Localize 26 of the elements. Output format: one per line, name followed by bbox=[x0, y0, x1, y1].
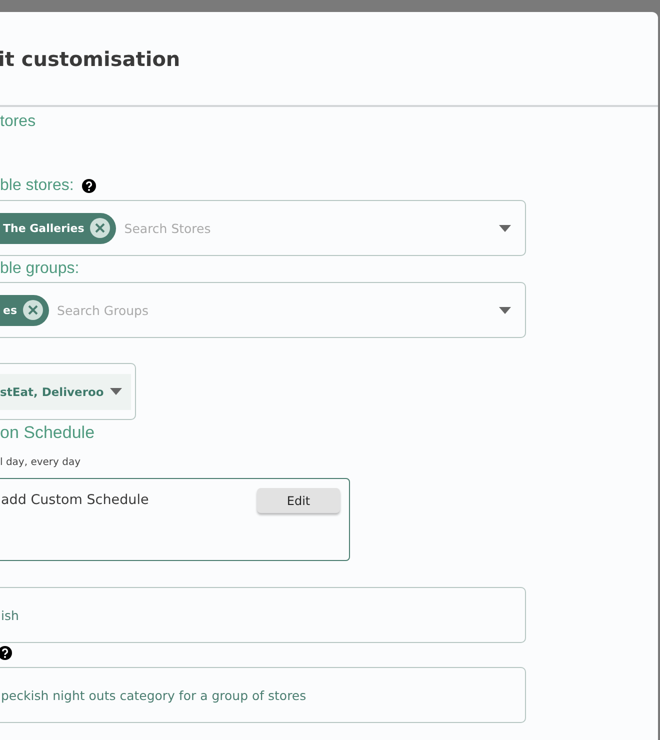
custom-schedule-label: add Custom Schedule bbox=[1, 492, 149, 508]
description-field[interactable]: peckish night outs category for a group of stores bbox=[0, 667, 526, 723]
section-heading: on Schedule bbox=[0, 423, 96, 443]
clear-icon bbox=[90, 218, 110, 238]
multi-select-field[interactable]: es Search Groups bbox=[0, 282, 526, 338]
multi-select-field[interactable]: The Galleries Search Stores bbox=[0, 200, 526, 256]
chip-label: The Galleries bbox=[3, 222, 84, 234]
caret-icon bbox=[499, 224, 511, 232]
schedule-summary: l day, every day bbox=[0, 457, 82, 468]
field-label: ble groups: bbox=[0, 259, 80, 279]
name-field[interactable]: ish bbox=[0, 587, 526, 643]
field-value: ish bbox=[1, 608, 19, 622]
delivery-dropdown[interactable]: stEat, Deliveroo bbox=[0, 363, 136, 420]
selected-chip[interactable]: es bbox=[0, 294, 50, 326]
section-heading: tores bbox=[0, 112, 37, 132]
caret-icon bbox=[110, 388, 122, 395]
selected-chip[interactable]: The Galleries bbox=[0, 212, 116, 244]
edit-button[interactable]: Edit bbox=[257, 488, 340, 513]
clear-icon bbox=[23, 300, 44, 320]
help-icon bbox=[82, 179, 96, 193]
field-label: ble stores: bbox=[0, 176, 74, 196]
caret-icon bbox=[499, 306, 511, 314]
dropdown-value: stEat, Deliveroo bbox=[0, 384, 104, 398]
dialog-title: it customisation bbox=[0, 46, 180, 70]
chip-label: es bbox=[3, 304, 18, 316]
field-value: peckish night outs category for a group of stores bbox=[1, 688, 306, 702]
